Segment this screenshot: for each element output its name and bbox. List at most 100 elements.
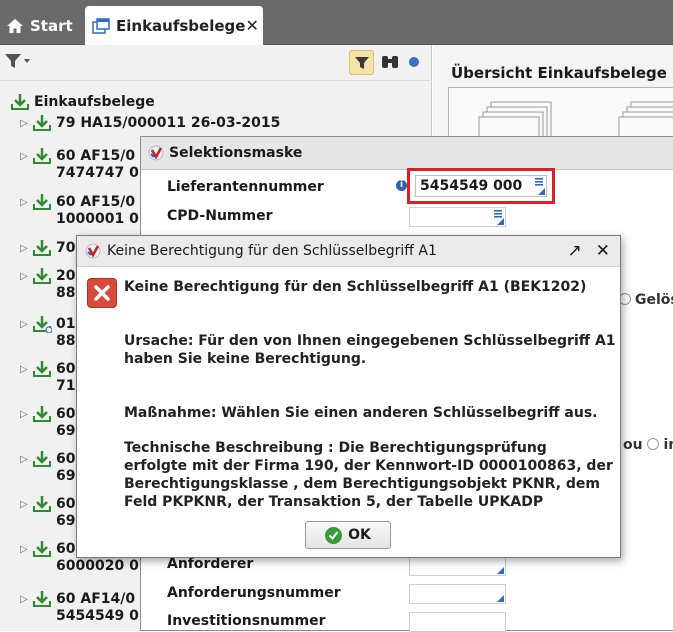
tree-node[interactable]: ▷ 70 [20, 239, 75, 257]
corner-marker-icon [497, 567, 504, 574]
corner-marker-icon [497, 218, 504, 225]
tree-node-label: 60 [56, 360, 76, 377]
tree-node[interactable]: ▷ 60 AF14/0 5454549 0 [20, 590, 139, 625]
expand-icon[interactable]: ▷ [20, 496, 30, 513]
error-measure: Maßnahme: Wählen Sie einen anderen Schlü… [124, 405, 598, 421]
investitionsnummer-label: Investitionsnummer [167, 613, 326, 629]
download-icon [33, 240, 51, 256]
selection-mask-titlebar[interactable]: Selektionsmaske [141, 137, 673, 170]
expand-icon[interactable]: ▷ [20, 361, 30, 378]
lieferantennummer-input[interactable]: 5454549 000 [415, 175, 547, 197]
radio-geloescht[interactable]: Gelös [619, 292, 673, 308]
lieferantennummer-value: 5454549 000 [420, 178, 523, 194]
expand-icon[interactable]: ▷ [20, 268, 30, 285]
radio-prefix: ou [623, 437, 643, 453]
tree-node[interactable]: ▷ 60 69 [20, 405, 75, 440]
funnel-icon [354, 56, 369, 69]
tree-node[interactable]: ▷ 20 88 [20, 267, 75, 302]
error-icon [87, 278, 117, 308]
window-icon [92, 17, 110, 34]
tree-node-label: 20 [56, 267, 76, 284]
download-icon [33, 541, 51, 557]
tab-bar: Start Einkaufsbelege ✕ [0, 0, 673, 45]
error-cause-line2: haben Sie keine Berechtigung. [124, 351, 367, 367]
expand-icon[interactable]: ▷ [20, 148, 30, 165]
tree-node-label: 60 [56, 540, 76, 557]
tab-start-label: Start [30, 16, 73, 35]
tree-node-label: 60 AF14/0 [56, 590, 136, 607]
tree-node[interactable]: ▷ 60 69 [20, 495, 75, 530]
binoculars-icon[interactable] [380, 53, 400, 75]
tree-node[interactable]: ▷ 60 69 [20, 450, 75, 485]
tree-node-sublabel: 71 [56, 378, 76, 394]
close-icon[interactable]: ✕ [596, 241, 610, 261]
radio-in[interactable]: ou in [623, 437, 673, 453]
tree-node-label: 60 AF15/0 [56, 193, 136, 210]
selection-mask-title: Selektionsmaske [169, 145, 303, 161]
expand-icon[interactable]: ▷ [20, 115, 30, 132]
expand-icon[interactable]: ▷ [20, 240, 30, 257]
tab-einkaufsbelege[interactable]: Einkaufsbelege ✕ [85, 6, 263, 45]
radio-icon [647, 438, 660, 450]
tree-node[interactable]: ▷ 60 71 [20, 360, 75, 395]
checkmark-icon [325, 526, 343, 544]
corner-marker-icon [497, 595, 504, 602]
tree-node[interactable]: ▷ 79 HA15/000011 26-03-2015 [20, 114, 280, 132]
tree-toolbar [0, 45, 432, 81]
cpd-nummer-input[interactable] [409, 207, 506, 227]
error-tech-line3: Berechtigungsklasse , dem Berechtigungso… [124, 476, 600, 492]
download-icon [33, 406, 51, 422]
ok-button[interactable]: OK [305, 521, 391, 549]
expand-icon[interactable]: ▷ [20, 406, 30, 423]
expand-icon[interactable]: ▷ [20, 194, 30, 211]
download-icon [33, 496, 51, 512]
expand-icon[interactable]: ▷ [20, 451, 30, 468]
tree-node-sublabel: 5454549 0 [56, 608, 139, 624]
tree-node-sublabel: 69 [56, 513, 76, 529]
tree-node-label: 70 [56, 239, 76, 256]
tree-node[interactable]: ▷ 60 AF15/0 1000001 0 [20, 193, 139, 228]
radio-geloescht-label: Gelös [635, 292, 673, 308]
filter-toggle-button[interactable] [349, 50, 374, 75]
tree-node[interactable]: ▷ 01 88 [20, 315, 75, 350]
tree-root[interactable]: Einkaufsbelege [10, 93, 155, 111]
expand-icon[interactable]: ▷ [20, 591, 30, 608]
tree-node-sublabel: 1000001 0 [56, 211, 139, 227]
tree-node-sublabel: 69 [56, 423, 76, 439]
anforderer-label: Anforderer [167, 556, 254, 572]
download-icon [33, 451, 51, 467]
error-tech-line1: Technische Beschreibung : Die Berechtigu… [124, 440, 547, 456]
expand-icon[interactable]: ▷ [20, 316, 30, 333]
maximize-icon[interactable]: ↗ [568, 241, 582, 261]
filter-dropdown[interactable] [4, 52, 32, 70]
tab-start[interactable]: Start [6, 6, 73, 45]
lieferantennummer-label: Lieferantennummer [167, 179, 324, 195]
error-dialog: Keine Berechtigung für den Schlüsselbegr… [76, 235, 621, 558]
anforderer-input[interactable] [409, 556, 506, 576]
value-help-icon[interactable] [535, 178, 543, 186]
anforderungsnummer-label: Anforderungsnummer [167, 585, 341, 601]
tree-node[interactable]: ▷ 60 AF15/0 7474747 0 [20, 147, 139, 182]
tree-node-sublabel: 88 [56, 333, 76, 349]
anforderungsnummer-input[interactable] [409, 584, 506, 604]
info-icon[interactable]: i [396, 180, 407, 191]
error-dialog-titlebar[interactable]: Keine Berechtigung für den Schlüsselbegr… [77, 236, 620, 267]
app-logo-icon [148, 145, 164, 161]
close-icon[interactable]: ✕ [245, 16, 258, 35]
tree-node-label: 60 [56, 495, 76, 512]
value-help-icon[interactable] [494, 210, 502, 218]
expand-icon[interactable]: ▷ [20, 541, 30, 558]
error-cause-line1: Ursache: Für den von Ihnen eingegebenen … [124, 333, 616, 349]
tree-node-label: 60 AF15/0 [56, 147, 136, 164]
download-icon [33, 268, 51, 284]
investitionsnummer-input[interactable] [409, 612, 506, 632]
download-icon [33, 361, 51, 377]
ok-button-label: OK [348, 527, 371, 543]
download-icon [33, 591, 51, 607]
download-icon [33, 148, 51, 164]
status-dot[interactable] [409, 57, 419, 67]
download-icon [33, 316, 52, 333]
tree-node-sublabel: 88 [56, 285, 76, 301]
tree-node-label: 60 [56, 405, 76, 422]
tree-node-label: 79 HA15/000011 26-03-2015 [56, 114, 281, 131]
